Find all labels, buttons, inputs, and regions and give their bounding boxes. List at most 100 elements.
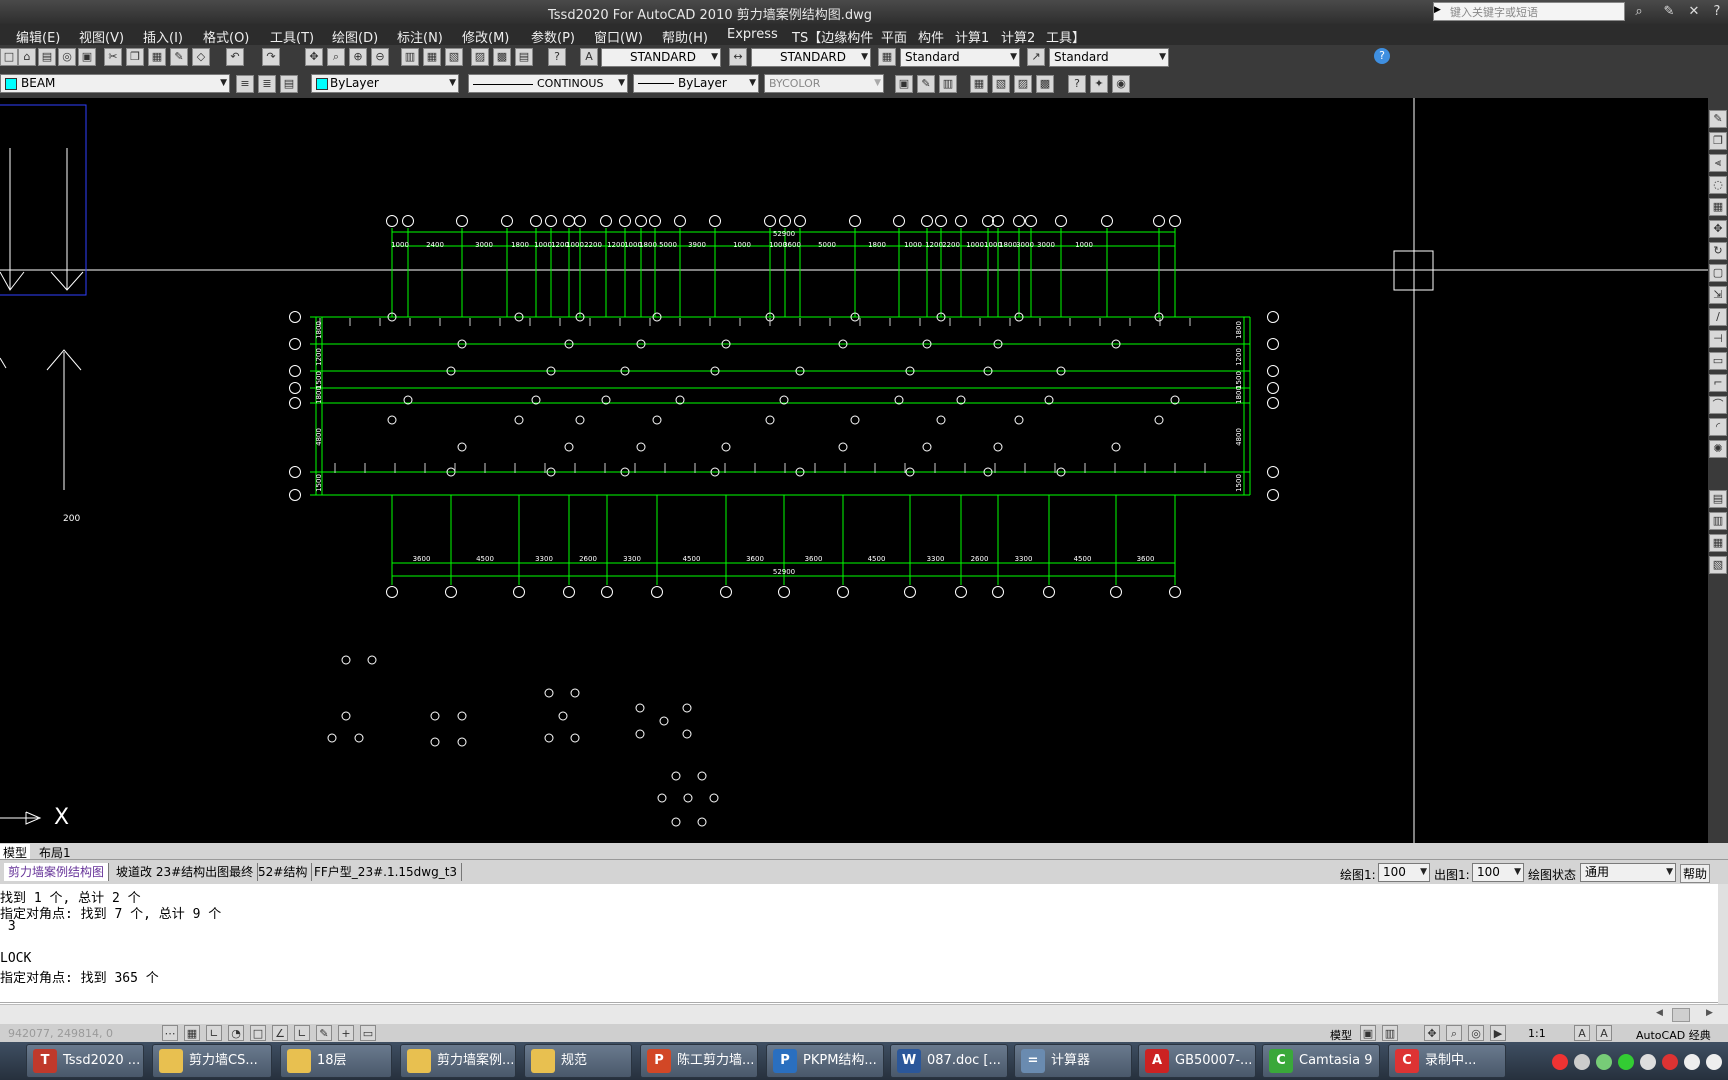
ts-tool8-icon[interactable]: ✦: [1090, 75, 1108, 93]
bluetooth-icon[interactable]: [1640, 1054, 1656, 1070]
flag-icon[interactable]: [1684, 1054, 1700, 1070]
paste-icon[interactable]: ▦: [148, 48, 166, 66]
annotation-scale[interactable]: 1:1: [1528, 1027, 1546, 1040]
annotation-visibility-icon[interactable]: A: [1574, 1025, 1590, 1041]
menu-format[interactable]: 格式(O): [203, 27, 249, 46]
taskbar-button[interactable]: C Camtasia 9: [1262, 1044, 1380, 1078]
trim-icon[interactable]: ∕: [1709, 308, 1727, 326]
erase-icon[interactable]: ✎: [1709, 110, 1727, 128]
offset-icon[interactable]: ◌: [1709, 176, 1727, 194]
draworder4-icon[interactable]: ▧: [1709, 556, 1727, 574]
out-scale-combo[interactable]: 100 ▼: [1472, 863, 1524, 882]
copy-icon[interactable]: ❐: [126, 48, 144, 66]
move-icon[interactable]: ✥: [1709, 220, 1727, 238]
menu-insert[interactable]: 插入(I): [143, 27, 183, 46]
mleader-style-icon[interactable]: ↗: [1027, 48, 1045, 66]
sogou-icon[interactable]: [1552, 1054, 1568, 1070]
fillet-icon[interactable]: ◜: [1709, 418, 1727, 436]
text-style-icon[interactable]: A: [580, 48, 598, 66]
copy-obj-icon[interactable]: ❐: [1709, 132, 1727, 150]
recording-icon[interactable]: [1662, 1054, 1678, 1070]
volume-icon[interactable]: [1706, 1054, 1722, 1070]
file-tab[interactable]: FF户型_23#.1.15dwg_t3: [310, 863, 463, 881]
pan-status-icon[interactable]: ✥: [1424, 1025, 1440, 1041]
taskbar-button[interactable]: T Tssd2020 ...: [26, 1044, 144, 1078]
menu-window[interactable]: 窗口(W): [594, 27, 643, 46]
block-icon[interactable]: ◇: [192, 48, 210, 66]
osnap-icon[interactable]: □: [250, 1025, 266, 1041]
layout-quickview-icon[interactable]: ▣: [1360, 1025, 1376, 1041]
draworder3-icon[interactable]: ▦: [1709, 534, 1727, 552]
command-scrollbar[interactable]: [1718, 884, 1728, 1004]
lwt-icon[interactable]: +: [338, 1025, 354, 1041]
calculator-icon[interactable]: ▤: [515, 48, 533, 66]
zoom-status-icon[interactable]: ⌕: [1446, 1025, 1462, 1041]
drawing-canvas[interactable]: 52900 52900 1000 2400 3000 1800 1000 1200 1000 22…: [0, 98, 1708, 843]
zoom-window-icon[interactable]: ⊕: [349, 48, 367, 66]
make-current-layer-icon[interactable]: ≡: [236, 75, 254, 93]
taskbar-button[interactable]: 剪力墙案例...: [400, 1044, 516, 1078]
app-tray-icon[interactable]: [1596, 1054, 1612, 1070]
file-tab[interactable]: 坡道改 23#结构出图最终: [112, 863, 259, 881]
taskbar-button[interactable]: W 087.doc [...: [890, 1044, 1008, 1078]
dyn-icon[interactable]: ✎: [316, 1025, 332, 1041]
properties-icon[interactable]: ▥: [401, 48, 419, 66]
ts-help-icon[interactable]: ?: [1068, 75, 1086, 93]
text-style-combo[interactable]: STANDARD ▼: [601, 48, 721, 67]
markup-icon[interactable]: ▩: [493, 48, 511, 66]
linetype-combo[interactable]: CONTINOUS ▼: [468, 74, 628, 93]
binoculars-icon[interactable]: ⌕: [1630, 3, 1648, 21]
mirror-icon[interactable]: ⫷: [1709, 154, 1727, 172]
sheet-set-icon[interactable]: ▨: [471, 48, 489, 66]
zoom-realtime-icon[interactable]: ⌕: [327, 48, 345, 66]
help-button[interactable]: 帮助: [1680, 864, 1711, 883]
print-icon[interactable]: ▤: [38, 48, 56, 66]
taskbar-button[interactable]: P 陈工剪力墙...: [640, 1044, 758, 1078]
array-icon[interactable]: ▦: [1709, 198, 1727, 216]
polar-icon[interactable]: ◔: [228, 1025, 244, 1041]
ts-tool2-icon[interactable]: ✎: [917, 75, 935, 93]
extend-icon[interactable]: ⊣: [1709, 330, 1727, 348]
search-arrow-icon[interactable]: ▶: [1434, 5, 1444, 19]
stretch-icon[interactable]: ⇲: [1709, 286, 1727, 304]
dim-style-icon[interactable]: ↔: [729, 48, 747, 66]
help-small-icon[interactable]: ?: [548, 48, 566, 66]
wechat-icon[interactable]: [1618, 1054, 1634, 1070]
taskbar-button[interactable]: 18层: [280, 1044, 392, 1078]
ts-tool3-icon[interactable]: ▥: [939, 75, 957, 93]
rotate-icon[interactable]: ↻: [1709, 242, 1727, 260]
menu-plan[interactable]: 平面: [881, 27, 907, 46]
preview-icon[interactable]: ◎: [58, 48, 76, 66]
ducs-icon[interactable]: ∟: [294, 1025, 310, 1041]
menu-tools2[interactable]: 工具】: [1046, 27, 1085, 46]
undo-icon[interactable]: ↶: [226, 48, 244, 66]
scroll-left-icon[interactable]: ◀: [1656, 1008, 1663, 1018]
mleader-style-combo[interactable]: Standard ▼: [1049, 48, 1169, 67]
pan-icon[interactable]: ✥: [305, 48, 323, 66]
menu-member[interactable]: 构件: [918, 27, 944, 46]
scroll-right-icon[interactable]: ▶: [1706, 1008, 1713, 1018]
draw-state-combo[interactable]: 通用 ▼: [1580, 863, 1676, 882]
menu-calc1[interactable]: 计算1: [955, 27, 989, 46]
draw-scale-combo[interactable]: 100 ▼: [1378, 863, 1430, 882]
menu-ts-edge[interactable]: TS【边缘构件: [792, 27, 873, 46]
taskbar-button[interactable]: = 计算器: [1014, 1044, 1132, 1078]
file-tab[interactable]: 52#结构: [254, 863, 313, 881]
workspace-switch[interactable]: AutoCAD 经典: [1636, 1027, 1711, 1043]
taskbar-button[interactable]: P PKPM结构...: [766, 1044, 884, 1078]
tools-icon[interactable]: ✕: [1685, 3, 1703, 21]
command-history[interactable]: 找到 1 个, 总计 2 个 指定对角点: 找到 7 个, 总计 9 个 3 L…: [0, 884, 1718, 1004]
ts-tool9-icon[interactable]: ◉: [1112, 75, 1130, 93]
break-icon[interactable]: ▭: [1709, 352, 1727, 370]
steeringwheel-icon[interactable]: ◎: [1468, 1025, 1484, 1041]
horizontal-scrollbar[interactable]: ◀ ▶: [0, 1004, 1728, 1025]
menu-calc2[interactable]: 计算2: [1001, 27, 1035, 46]
ts-tool6-icon[interactable]: ▨: [1014, 75, 1032, 93]
menu-view[interactable]: 视图(V): [79, 27, 124, 46]
redo-icon[interactable]: ↷: [262, 48, 280, 66]
cut-icon[interactable]: ✂: [104, 48, 122, 66]
layer-combo[interactable]: BEAM ▼: [0, 74, 230, 93]
taskbar-button[interactable]: A GB50007-...: [1138, 1044, 1256, 1078]
info-icon[interactable]: ?: [1374, 48, 1390, 64]
network-icon[interactable]: [1574, 1054, 1590, 1070]
